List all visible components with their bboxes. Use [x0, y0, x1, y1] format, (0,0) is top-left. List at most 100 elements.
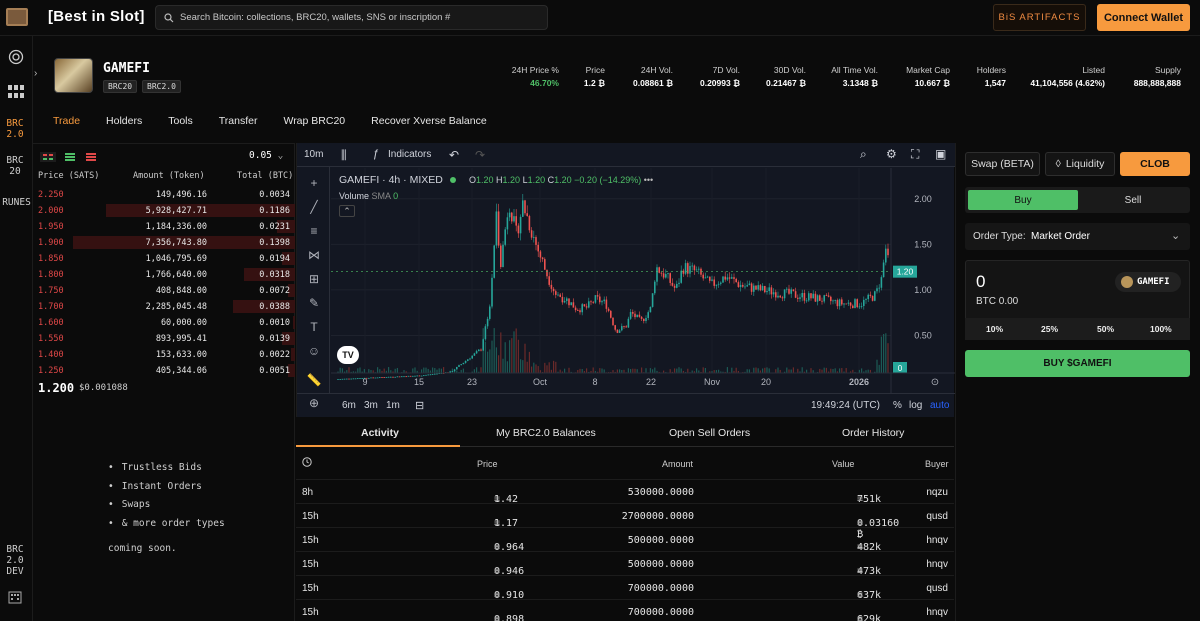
undo-icon[interactable]: ↶ — [449, 148, 459, 162]
ob-row[interactable]: 1.850 1,046,795.69 0.0194 — [33, 251, 295, 267]
candle-body — [566, 298, 568, 301]
logo-icon[interactable] — [6, 8, 28, 26]
tab-activity[interactable]: Activity — [361, 427, 399, 439]
buy-tab[interactable]: Buy — [968, 190, 1078, 210]
percent-toggle[interactable]: % — [893, 400, 902, 411]
log-toggle[interactable]: log — [909, 400, 922, 411]
volume-bar — [473, 369, 475, 373]
liquidity-button[interactable]: ◊ Liquidity — [1045, 152, 1115, 176]
ob-row[interactable]: 1.550 893,995.41 0.0139 — [33, 331, 295, 347]
tab-wrap[interactable]: Wrap BRC20 — [283, 115, 345, 127]
brush-icon[interactable]: ✎ — [306, 296, 322, 310]
tab-open-orders[interactable]: Open Sell Orders — [669, 427, 750, 439]
buy-token-button[interactable]: BUY $GAMEFI — [965, 350, 1190, 377]
range-6m[interactable]: 6m — [342, 400, 356, 411]
connect-wallet-button[interactable]: Connect Wallet — [1097, 4, 1190, 31]
collapse-legend-button[interactable]: ⌃ — [339, 205, 355, 217]
pct-25-button[interactable]: 25% — [1041, 324, 1058, 334]
ruler-icon[interactable]: 📏 — [306, 373, 322, 387]
activity-buyer[interactable]: qusd — [926, 511, 948, 522]
table-row[interactable]: 8h 1.42 ≡ 530000.0000 751k ≡ nqzu — [296, 479, 954, 505]
table-row[interactable]: 15h 1.17 ≡ 2700000.0000 0.03160 ₿ ≡ qusd — [296, 503, 954, 540]
brand-name[interactable]: [Best in Slot] — [48, 8, 145, 25]
ob-row[interactable]: 1.400 153,633.00 0.0022 — [33, 347, 295, 363]
pct-50-button[interactable]: 50% — [1097, 324, 1114, 334]
ob-row[interactable]: 2.000 5,928,427.71 0.1186 — [33, 203, 295, 219]
auto-toggle[interactable]: auto — [930, 400, 949, 411]
calendar-icon[interactable]: ⊟ — [415, 399, 424, 412]
ob-row[interactable]: 2.250 149,496.16 0.0034 — [33, 187, 295, 203]
crosshair-icon[interactable]: + — [306, 176, 322, 190]
reset-axis-icon[interactable]: ⊙ — [931, 377, 939, 388]
tradingview-logo-icon[interactable]: TV — [337, 346, 359, 364]
search-input[interactable] — [180, 12, 540, 23]
book-both-icon[interactable] — [40, 152, 56, 162]
activity-buyer[interactable]: qusd — [926, 583, 948, 594]
amount-input[interactable]: 0 — [976, 272, 985, 292]
activity-buyer[interactable]: hnqv — [926, 535, 948, 546]
table-row[interactable]: 15h 0.910 ≡ 700000.0000 637k ≡ qusd — [296, 575, 954, 601]
pct-100-button[interactable]: 100% — [1150, 324, 1172, 334]
camera-icon[interactable]: ▣ — [935, 147, 946, 161]
tab-order-history[interactable]: Order History — [842, 427, 904, 439]
emoji-icon[interactable]: ☺ — [306, 344, 322, 358]
candle-type-icon[interactable]: ⫼ — [341, 148, 347, 163]
settings-icon[interactable]: ⚙ — [886, 147, 897, 161]
book-asks-icon[interactable] — [83, 152, 99, 162]
price-chart[interactable]: 10m ⫼ ƒ Indicators ↶ ↷ ⌕ ⚙ ⛶ ▣ + ╱ ≡ ⋈ ⊞… — [296, 143, 955, 417]
table-row[interactable]: 15h 0.946 ≡ 500000.0000 473k ≡ hnqv — [296, 551, 954, 577]
activity-buyer[interactable]: hnqv — [926, 559, 948, 570]
tab-transfer[interactable]: Transfer — [219, 115, 258, 127]
ob-row[interactable]: 1.700 2,285,045.48 0.0388 — [33, 299, 295, 315]
rail-runes-item[interactable]: RUNES — [0, 197, 33, 208]
range-1m[interactable]: 1m — [386, 400, 400, 411]
fullscreen-icon[interactable]: ⛶ — [911, 147, 919, 162]
trendline-icon[interactable]: ╱ — [306, 200, 322, 214]
tab-balances[interactable]: My BRC2.0 Balances — [496, 427, 596, 439]
indicators-icon[interactable]: ƒ — [373, 148, 379, 160]
tab-holders[interactable]: Holders — [106, 115, 142, 127]
activity-buyer[interactable]: hnqv — [926, 607, 948, 618]
rail-dev-item[interactable]: BRC 2.0 DEV — [0, 544, 30, 577]
tab-trade[interactable]: Trade — [53, 115, 80, 127]
swap-button[interactable]: Swap (BETA) — [965, 152, 1040, 176]
ob-row[interactable]: 1.900 7,356,743.80 0.1398 — [33, 235, 295, 251]
pct-10-button[interactable]: 10% — [986, 324, 1003, 334]
redo-icon[interactable]: ↷ — [475, 148, 485, 162]
order-type-select[interactable]: Order Type: Market Order ⌄ — [965, 223, 1190, 250]
token-chip[interactable]: GAMEFI — [1115, 272, 1181, 292]
projection-icon[interactable]: ⊞ — [306, 272, 322, 286]
tab-recover[interactable]: Recover Xverse Balance — [371, 115, 487, 127]
ob-row[interactable]: 1.600 60,000.00 0.0010 — [33, 315, 295, 331]
rail-brc20-item[interactable]: BRC 2.0 — [0, 118, 30, 140]
artifacts-button[interactable]: BiS ARTIFACTS — [993, 4, 1086, 31]
ob-row[interactable]: 1.950 1,184,336.00 0.0231 — [33, 219, 295, 235]
rail-brc-item[interactable]: BRC 20 — [0, 155, 30, 177]
activity-buyer[interactable]: nqzu — [926, 487, 948, 498]
text-icon[interactable]: T — [306, 320, 322, 334]
chevron-right-icon[interactable]: › — [34, 68, 44, 86]
table-row[interactable]: 15h 0.964 ≡ 500000.0000 482k ≡ hnqv — [296, 527, 954, 553]
building-icon[interactable] — [8, 590, 22, 604]
fib-icon[interactable]: ≡ — [306, 224, 322, 238]
price-step-select[interactable]: 0.05 ⌄ — [249, 150, 283, 161]
table-row[interactable]: 15h 0.898 ≡ 700000.0000 629k ≡ hnqv — [296, 599, 954, 621]
pattern-icon[interactable]: ⋈ — [306, 248, 322, 262]
chart-plot[interactable]: 2.00 1.50 1.00 0.50 1.20 0 9 15 23 Oct 8 22 Nov 20 20… — [331, 168, 955, 393]
clob-button[interactable]: CLOB — [1120, 152, 1190, 176]
ob-row[interactable]: 1.750 408,848.00 0.0072 — [33, 283, 295, 299]
search-box[interactable] — [155, 5, 548, 30]
interval-button[interactable]: 10m — [304, 149, 323, 160]
tab-tools[interactable]: Tools — [168, 115, 193, 127]
ob-row[interactable]: 1.250 405,344.06 0.0051 — [33, 363, 295, 379]
candle-body — [658, 267, 660, 273]
x-tick-label: Nov — [704, 377, 721, 387]
book-bids-icon[interactable] — [62, 152, 78, 162]
zoom-search-icon[interactable]: ⌕ — [860, 147, 867, 162]
grid-icon[interactable] — [8, 85, 24, 99]
target-icon[interactable] — [8, 49, 24, 65]
indicators-button[interactable]: Indicators — [388, 149, 431, 160]
range-3m[interactable]: 3m — [364, 400, 378, 411]
sell-tab[interactable]: Sell — [1078, 190, 1188, 210]
ob-row[interactable]: 1.800 1,766,640.00 0.0318 — [33, 267, 295, 283]
